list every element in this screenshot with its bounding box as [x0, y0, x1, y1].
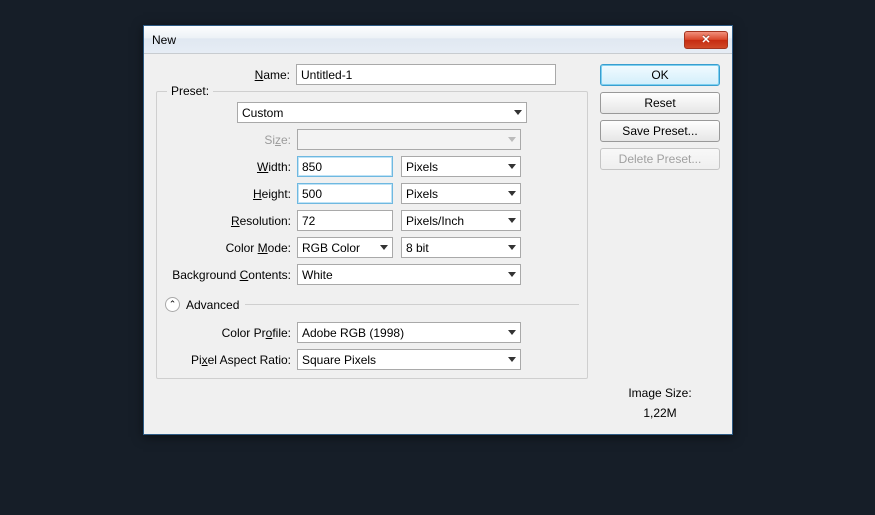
chevron-down-icon — [508, 245, 516, 250]
chevron-down-icon — [380, 245, 388, 250]
preset-group: Preset: Custom Size: — [156, 91, 588, 379]
ok-button[interactable]: OK — [600, 64, 720, 86]
image-size-label: Image Size: — [600, 386, 720, 400]
color-profile-dropdown[interactable]: Adobe RGB (1998) — [297, 322, 521, 343]
close-icon: ✕ — [701, 33, 710, 46]
bg-contents-label: Background Contents: — [165, 268, 297, 282]
bit-depth-dropdown[interactable]: 8 bit — [401, 237, 521, 258]
height-input[interactable] — [297, 183, 393, 204]
width-unit-dropdown[interactable]: Pixels — [401, 156, 521, 177]
save-preset-button[interactable]: Save Preset... — [600, 120, 720, 142]
chevron-down-icon — [508, 137, 516, 142]
resolution-label: Resolution: — [165, 214, 297, 228]
width-input[interactable] — [297, 156, 393, 177]
bg-contents-dropdown[interactable]: White — [297, 264, 521, 285]
height-label: Height: — [165, 187, 297, 201]
width-label: Width: — [165, 160, 297, 174]
preset-dropdown[interactable]: Custom — [237, 102, 527, 123]
size-dropdown — [297, 129, 521, 150]
chevron-down-icon — [508, 191, 516, 196]
pixel-aspect-label: Pixel Aspect Ratio: — [165, 353, 297, 367]
size-label: Size: — [165, 133, 297, 147]
chevron-down-icon — [508, 164, 516, 169]
name-input[interactable] — [296, 64, 556, 85]
image-size-display: Image Size: 1,22M — [600, 386, 720, 420]
new-document-dialog: New ✕ Name: Preset: Custom — [143, 25, 733, 435]
color-profile-label: Color Profile: — [165, 326, 297, 340]
chevron-down-icon — [508, 330, 516, 335]
image-size-value: 1,22M — [600, 406, 720, 420]
chevron-down-icon — [508, 218, 516, 223]
height-unit-dropdown[interactable]: Pixels — [401, 183, 521, 204]
titlebar[interactable]: New ✕ — [144, 26, 732, 54]
pixel-aspect-dropdown[interactable]: Square Pixels — [297, 349, 521, 370]
chevron-down-icon — [514, 110, 522, 115]
advanced-separator: ⌃ Advanced — [165, 297, 579, 312]
color-mode-label: Color Mode: — [165, 241, 297, 255]
name-label: Name: — [156, 68, 296, 82]
reset-button[interactable]: Reset — [600, 92, 720, 114]
advanced-label: Advanced — [186, 298, 239, 312]
chevron-down-icon — [508, 357, 516, 362]
preset-label: Preset: — [167, 84, 213, 98]
chevron-up-icon: ⌃ — [169, 300, 177, 309]
resolution-unit-dropdown[interactable]: Pixels/Inch — [401, 210, 521, 231]
dialog-title: New — [152, 33, 684, 47]
resolution-input[interactable] — [297, 210, 393, 231]
color-mode-dropdown[interactable]: RGB Color — [297, 237, 393, 258]
dialog-body: Name: Preset: Custom Size: — [144, 54, 732, 434]
chevron-down-icon — [508, 272, 516, 277]
close-button[interactable]: ✕ — [684, 31, 728, 49]
advanced-toggle[interactable]: ⌃ — [165, 297, 180, 312]
delete-preset-button: Delete Preset... — [600, 148, 720, 170]
